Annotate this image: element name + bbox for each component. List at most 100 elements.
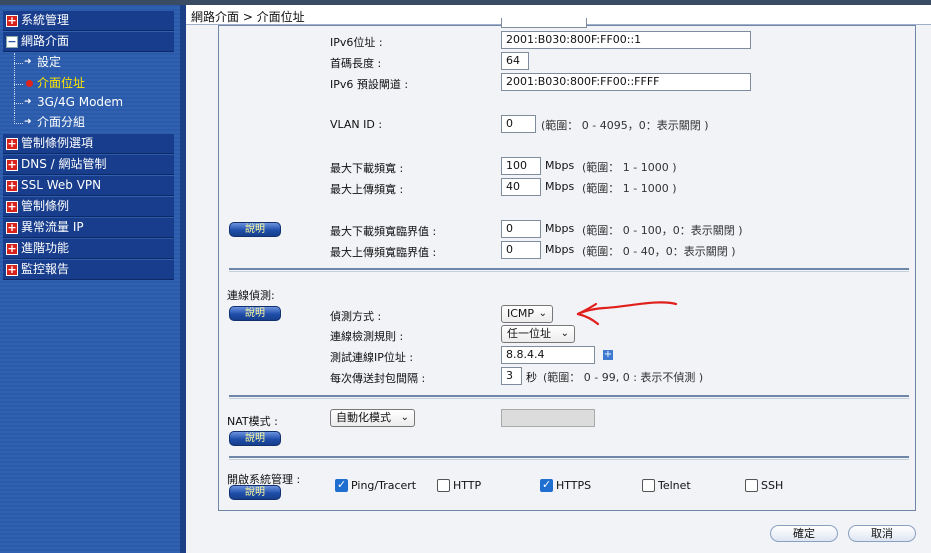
download-threshold-hint: (範圍： 0 - 100，0：表示關閉 ) (582, 224, 743, 237)
https-label: HTTPS (556, 479, 592, 492)
detect-rule-select[interactable]: 任一位址 ⌄ (501, 325, 575, 343)
collapse-icon: − (6, 35, 18, 48)
arrow-right-icon: ➜ (24, 57, 32, 67)
cancel-button[interactable]: 取消 (848, 525, 916, 542)
sidebar-item-interface-address[interactable]: 介面位址 (3, 74, 174, 94)
max-download-label: 最大下載頻寬 : (330, 162, 404, 175)
ping-checkbox[interactable] (335, 478, 348, 492)
sidebar: + 系統管理 − 網路介面 ➜ 設定 介面位址 ➜ 3G/4G Modem ➜ … (0, 5, 184, 553)
sidebar-item-label: 管制條例選項 (21, 136, 94, 150)
chevron-down-icon: ⌄ (400, 412, 409, 423)
max-download-input[interactable]: 100 (501, 157, 541, 175)
sidebar-item-label: 系統管理 (21, 13, 70, 27)
test-ip-input[interactable]: 8.8.4.4 (501, 346, 595, 364)
upload-threshold-label: 最大上傳頻寬臨界值 : (330, 246, 437, 259)
test-ip-label: 測試連線IP位址 : (330, 351, 414, 364)
help-button-label: 說明 (245, 433, 265, 444)
telnet-checkbox[interactable] (642, 479, 655, 492)
download-threshold-input[interactable]: 0 (501, 220, 541, 238)
expand-icon: + (6, 14, 18, 27)
sidebar-item-label: SSL Web VPN (21, 178, 102, 192)
vlan-id-input[interactable]: 0 (501, 115, 536, 133)
detect-rule-label: 連線檢測規則 : (330, 330, 404, 343)
detect-section-label: 連線偵測: (227, 289, 275, 302)
expand-icon: + (6, 158, 18, 171)
http-label: HTTP (453, 479, 482, 492)
help-button-label: 說明 (245, 308, 265, 319)
https-checkbox[interactable] (540, 478, 553, 492)
sidebar-item-policy-options[interactable]: + 管制條例選項 (3, 134, 174, 154)
vlan-id-hint: (範圍： 0 - 4095，0：表示關閉 ) (541, 119, 709, 132)
ssh-label: SSH (761, 479, 784, 492)
detect-method-value: ICMP (507, 307, 535, 320)
expand-icon: + (6, 179, 18, 192)
help-button-label: 說明 (245, 487, 265, 498)
sidebar-item-label: 異常流量 IP (21, 220, 84, 234)
ssh-checkbox[interactable] (745, 479, 758, 492)
sidebar-item-ssl-vpn[interactable]: + SSL Web VPN (3, 176, 174, 196)
sidebar-item-modem[interactable]: ➜ 3G/4G Modem (3, 93, 174, 113)
sidebar-item-label: 管制條例 (21, 199, 70, 213)
prefix-length-input[interactable]: 64 (501, 52, 529, 70)
nat-mode-label: NAT模式 : (227, 415, 278, 428)
help-button-bandwidth[interactable]: 說明 (229, 222, 281, 237)
red-annotation-arrow-icon (576, 301, 678, 326)
upload-threshold-unit: Mbps (545, 243, 575, 256)
detect-method-select[interactable]: ICMP ⌄ (501, 305, 553, 323)
active-dot-icon (26, 80, 33, 87)
expand-icon: + (6, 221, 18, 234)
add-ip-icon[interactable]: + (603, 350, 613, 360)
breadcrumb: 網路介面 > 介面位址 (191, 10, 305, 24)
http-checkbox[interactable] (437, 479, 450, 492)
section-divider (229, 268, 909, 272)
sidebar-item-policy[interactable]: + 管制條例 (3, 197, 174, 217)
sidebar-item-label: 設定 (37, 55, 62, 69)
expand-icon: + (6, 263, 18, 276)
max-download-unit: Mbps (545, 159, 575, 172)
expand-icon: + (6, 242, 18, 255)
sidebar-item-monitor[interactable]: + 監控報告 (3, 260, 174, 280)
help-button-detect[interactable]: 說明 (229, 306, 281, 321)
arrow-right-icon: ➜ (24, 97, 32, 107)
max-upload-label: 最大上傳頻寬 : (330, 183, 404, 196)
section-divider (229, 456, 909, 460)
sidebar-item-label: 3G/4G Modem (37, 95, 124, 109)
sidebar-item-dns[interactable]: + DNS / 網站管制 (3, 155, 174, 175)
ipv6-gateway-input[interactable]: 2001:B030:800F:FF00::FFFF (501, 73, 751, 91)
ping-label: Ping/Tracert (351, 479, 417, 492)
sidebar-item-label: DNS / 網站管制 (21, 157, 107, 171)
section-divider (229, 395, 909, 399)
detect-method-label: 偵測方式 : (330, 310, 382, 323)
sidebar-item-interface-group[interactable]: ➜ 介面分組 (3, 113, 174, 133)
packet-interval-hint: (範圍： 0 - 99, 0 : 表示不偵測 ) (543, 371, 704, 384)
ok-button[interactable]: 確定 (770, 525, 838, 542)
chevron-down-icon: ⌄ (538, 308, 547, 319)
max-download-hint: (範圍： 1 - 1000 ) (582, 161, 677, 174)
download-threshold-unit: Mbps (545, 222, 575, 235)
help-button-mgmt[interactable]: 說明 (229, 485, 281, 500)
sidebar-item-label: 進階功能 (21, 241, 70, 255)
max-upload-input[interactable]: 40 (501, 178, 541, 196)
chevron-down-icon: ⌄ (560, 328, 569, 339)
arrow-right-icon: ➜ (24, 117, 32, 127)
nat-disabled-input (501, 409, 595, 427)
sidebar-item-label: 網路介面 (21, 34, 70, 48)
upload-threshold-input[interactable]: 0 (501, 241, 541, 259)
ipv6-address-input[interactable]: 2001:B030:800F:FF00::1 (501, 31, 751, 49)
prefix-length-label: 首碼長度 : (330, 57, 382, 70)
telnet-label: Telnet (658, 479, 691, 492)
sidebar-item-anomaly-ip[interactable]: + 異常流量 IP (3, 218, 174, 238)
sidebar-item-label: 介面位址 (37, 76, 86, 90)
max-upload-unit: Mbps (545, 180, 575, 193)
max-upload-hint: (範圍： 1 - 1000 ) (582, 182, 677, 195)
sidebar-item-network[interactable]: − 網路介面 (3, 32, 174, 52)
sidebar-item-system[interactable]: + 系統管理 (3, 11, 174, 31)
packet-interval-input[interactable]: 3 (501, 367, 522, 385)
ipv6-gateway-label: IPv6 預設閘道 : (330, 78, 409, 91)
help-button-nat[interactable]: 說明 (229, 431, 281, 446)
upload-threshold-hint: (範圍： 0 - 40，0：表示關閉 ) (582, 245, 736, 258)
sidebar-item-advanced[interactable]: + 進階功能 (3, 239, 174, 259)
expand-icon: + (6, 137, 18, 150)
nat-mode-select[interactable]: 自動化模式 ⌄ (330, 409, 415, 427)
sidebar-item-settings[interactable]: ➜ 設定 (3, 53, 174, 73)
